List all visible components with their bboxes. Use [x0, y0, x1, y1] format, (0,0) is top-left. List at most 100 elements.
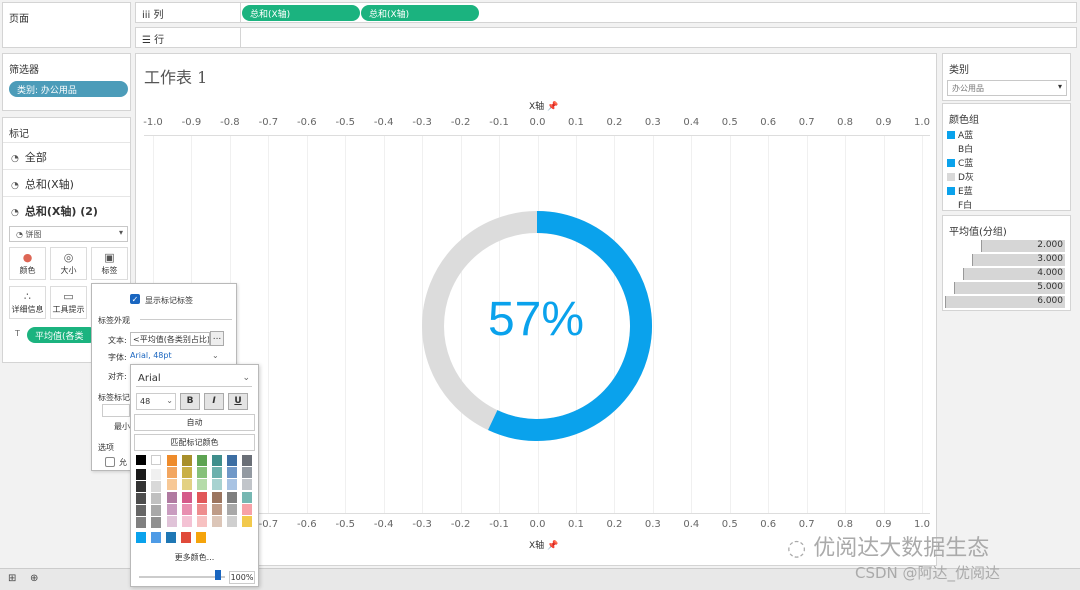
avg-bar[interactable]: 5.000 — [954, 282, 1065, 294]
color-swatch[interactable] — [151, 455, 161, 465]
opacity-slider-track[interactable] — [139, 576, 225, 578]
new-datasource-icon[interactable]: ⊞ — [8, 573, 16, 584]
field-pill-avg-category[interactable]: 平均值(各类 — [27, 327, 97, 343]
color-swatch[interactable] — [212, 516, 222, 527]
category-select[interactable]: 办公用品 ▾ — [947, 80, 1067, 96]
marks-row-sum-x[interactable]: ◔ 总和(X轴) — [3, 169, 130, 195]
recent-color-swatch[interactable] — [181, 532, 191, 543]
filter-pill-category[interactable]: 类别: 办公用品 — [9, 81, 128, 97]
match-mark-color-button[interactable]: 匹配标记颜色 — [134, 434, 255, 451]
color-swatch[interactable] — [182, 492, 192, 503]
opacity-value[interactable]: 100% — [229, 571, 255, 584]
size-button[interactable]: ◎ 大小 — [50, 247, 87, 280]
font-selector[interactable]: Arial, 48pt — [130, 351, 172, 360]
color-swatch[interactable] — [182, 455, 192, 466]
color-swatch[interactable] — [167, 492, 177, 503]
color-swatch[interactable] — [167, 455, 177, 466]
rows-shelf[interactable]: ☰ 行 — [135, 27, 1077, 48]
color-swatch[interactable] — [197, 492, 207, 503]
color-swatch[interactable] — [197, 455, 207, 466]
color-swatch[interactable] — [167, 479, 177, 490]
color-swatch[interactable] — [227, 504, 237, 515]
avg-bar[interactable]: 2.000 — [981, 240, 1065, 252]
color-swatch[interactable] — [151, 469, 161, 480]
color-swatch[interactable] — [242, 467, 252, 478]
color-swatch[interactable] — [167, 467, 177, 478]
underline-button[interactable]: U — [228, 393, 248, 410]
legend-item[interactable]: E蓝 — [947, 184, 973, 197]
tooltip-button[interactable]: ▭ 工具提示 — [50, 286, 87, 319]
color-swatch[interactable] — [242, 516, 252, 527]
color-swatch[interactable] — [197, 516, 207, 527]
color-swatch[interactable] — [212, 479, 222, 490]
color-swatch[interactable] — [227, 516, 237, 527]
recent-color-swatch[interactable] — [166, 532, 176, 543]
label-text-more-button[interactable]: ... — [210, 331, 224, 346]
auto-color-button[interactable]: 自动 — [134, 414, 255, 431]
recent-color-swatch[interactable] — [151, 532, 161, 543]
column-pill-1[interactable]: 总和(X轴) — [242, 5, 360, 21]
color-swatch[interactable] — [136, 517, 146, 528]
color-swatch[interactable] — [136, 481, 146, 492]
allow-overlap-checkbox[interactable] — [105, 457, 115, 467]
color-swatch[interactable] — [197, 479, 207, 490]
color-swatch[interactable] — [182, 516, 192, 527]
color-swatch[interactable] — [227, 467, 237, 478]
color-swatch[interactable] — [197, 467, 207, 478]
legend-item[interactable]: B白 — [947, 142, 973, 155]
color-group-legend: 颜色组 A蓝 B白 C蓝 D灰 E蓝 F白 — [942, 103, 1071, 211]
legend-item[interactable]: F白 — [947, 198, 972, 211]
avg-bar[interactable]: 6.000 — [945, 296, 1065, 308]
color-swatch[interactable] — [136, 493, 146, 504]
detail-button[interactable]: ∴ 详细信息 — [9, 286, 46, 319]
mark-type-dropdown[interactable]: ◔ 饼图 ▾ — [9, 226, 128, 242]
legend-item[interactable]: C蓝 — [947, 156, 973, 169]
color-swatch[interactable] — [151, 505, 161, 516]
color-swatch[interactable] — [227, 479, 237, 490]
color-swatch[interactable] — [227, 492, 237, 503]
color-swatch[interactable] — [212, 467, 222, 478]
recent-color-swatch[interactable] — [196, 532, 206, 543]
color-swatch[interactable] — [182, 504, 192, 515]
font-family-select[interactable]: Arial ⌄ — [136, 371, 252, 387]
avg-bar[interactable]: 3.000 — [972, 254, 1065, 266]
color-swatch[interactable] — [242, 455, 252, 466]
more-colors-link[interactable]: 更多颜色... — [131, 552, 258, 563]
color-swatch[interactable] — [151, 517, 161, 528]
color-swatch[interactable] — [182, 467, 192, 478]
color-swatch[interactable] — [167, 516, 177, 527]
color-swatch[interactable] — [212, 455, 222, 466]
color-swatch[interactable] — [151, 493, 161, 504]
opacity-slider-thumb[interactable] — [215, 570, 221, 580]
label-text-field[interactable]: <平均值(各类别占比)> — [130, 332, 210, 346]
color-swatch[interactable] — [136, 469, 146, 480]
bold-button[interactable]: B — [180, 393, 200, 410]
color-swatch[interactable] — [242, 492, 252, 503]
marks-row-sum-x-2[interactable]: ◔ 总和(X轴) (2) — [3, 196, 130, 222]
columns-shelf[interactable]: iii 列 总和(X轴) 总和(X轴) — [135, 2, 1077, 23]
recent-color-swatch[interactable] — [136, 532, 146, 543]
italic-button[interactable]: I — [204, 393, 224, 410]
avg-bar[interactable]: 4.000 — [963, 268, 1065, 280]
show-labels-checkbox[interactable]: ✓ — [130, 294, 140, 304]
color-swatch[interactable] — [242, 479, 252, 490]
marks-option-box[interactable] — [102, 404, 130, 417]
color-swatch[interactable] — [136, 455, 146, 465]
color-swatch[interactable] — [227, 455, 237, 466]
color-button[interactable]: ● 颜色 — [9, 247, 46, 280]
legend-item[interactable]: D灰 — [947, 170, 974, 183]
legend-item[interactable]: A蓝 — [947, 128, 973, 141]
font-size-select[interactable]: 48 ⌄ — [136, 393, 176, 410]
color-swatch[interactable] — [182, 479, 192, 490]
color-swatch[interactable] — [212, 492, 222, 503]
marks-row-all[interactable]: ◔ 全部 — [3, 142, 130, 168]
color-swatch[interactable] — [212, 504, 222, 515]
color-swatch[interactable] — [197, 504, 207, 515]
column-pill-2[interactable]: 总和(X轴) — [361, 5, 479, 21]
label-button[interactable]: ▣ 标签 — [91, 247, 128, 280]
color-swatch[interactable] — [242, 504, 252, 515]
color-swatch[interactable] — [167, 504, 177, 515]
color-swatch[interactable] — [136, 505, 146, 516]
color-swatch[interactable] — [151, 481, 161, 492]
new-sheet-icon[interactable]: ⊕ — [30, 573, 38, 584]
